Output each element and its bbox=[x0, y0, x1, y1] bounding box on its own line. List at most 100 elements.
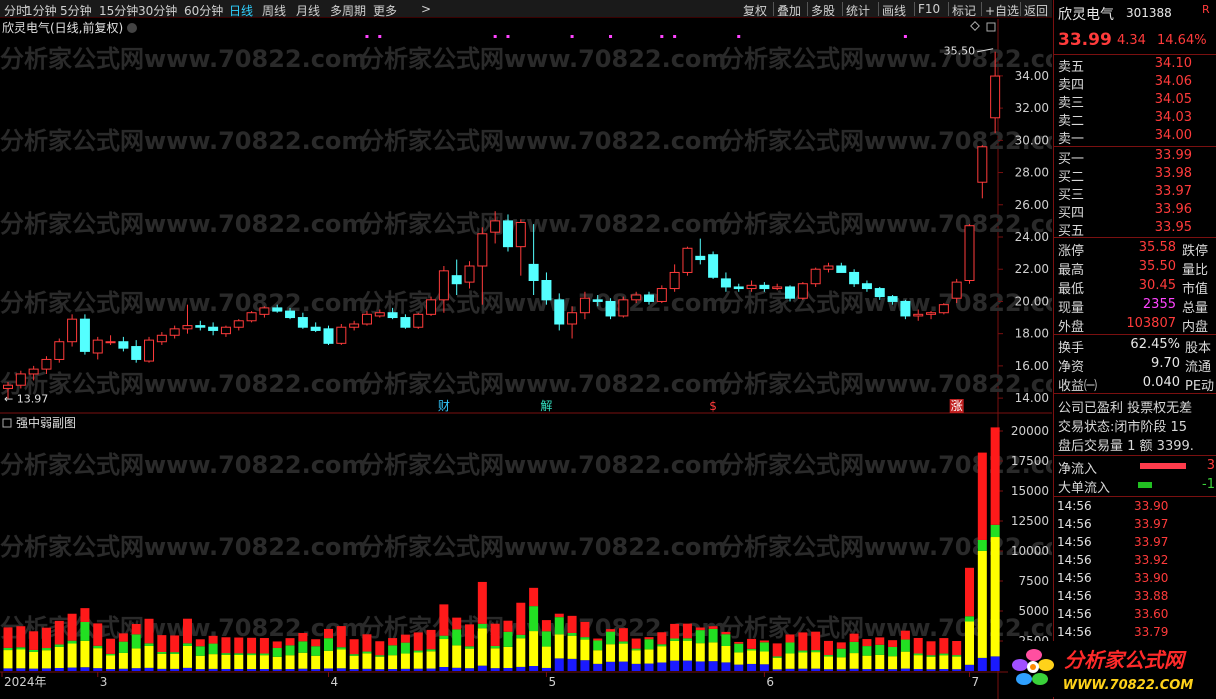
volume-tick-label: 10000 bbox=[1011, 544, 1049, 558]
volume-bar-segment bbox=[516, 638, 526, 667]
watermark-text: 分析家公式网www.70822.com bbox=[720, 533, 1052, 561]
note-text: 公司已盈利 投票权无差 bbox=[1058, 401, 1193, 416]
volume-bar-segment bbox=[657, 646, 667, 663]
watermark-text: 分析家公式网www.70822.com bbox=[0, 370, 366, 398]
volume-bar-segment bbox=[836, 657, 846, 670]
volume-bar-segment bbox=[208, 643, 218, 655]
toolbar-button[interactable]: 多股 bbox=[811, 2, 835, 19]
volume-bar-segment bbox=[618, 643, 628, 662]
toolbar-separator bbox=[981, 2, 982, 16]
volume-bar-segment bbox=[823, 655, 833, 657]
candle-body bbox=[246, 312, 257, 322]
toolbar-button[interactable]: 画线 bbox=[882, 2, 906, 19]
volume-bar-segment bbox=[157, 651, 167, 654]
volume-bar-segment bbox=[336, 647, 346, 650]
timeframe-tab[interactable]: 15分钟 bbox=[99, 2, 138, 19]
timeframe-tab[interactable]: 30分钟 bbox=[138, 2, 177, 19]
volume-bar-segment bbox=[811, 652, 821, 669]
candle-body bbox=[426, 299, 437, 315]
timeframe-tab[interactable]: 更多 bbox=[373, 2, 397, 19]
candle-body bbox=[156, 334, 167, 343]
volume-bar-segment bbox=[41, 627, 51, 649]
volume-bar-segment bbox=[3, 650, 13, 669]
timeframe-tab[interactable]: 周线 bbox=[262, 2, 286, 19]
tick-price: 33.90 bbox=[1134, 571, 1169, 585]
volume-bar-segment bbox=[926, 655, 936, 657]
volume-bar-segment bbox=[772, 656, 782, 658]
volume-bar-segment bbox=[400, 634, 410, 643]
volume-bar-segment bbox=[426, 629, 436, 650]
toolbar-button[interactable]: 统计 bbox=[846, 2, 870, 19]
volume-bar-segment bbox=[785, 668, 795, 671]
toolbar-button[interactable]: 标记 bbox=[952, 2, 976, 19]
volume-bar-segment bbox=[131, 668, 141, 671]
ask-row-value: 34.06 bbox=[1154, 74, 1192, 89]
chevron-right-icon[interactable]: > bbox=[421, 2, 431, 16]
candle-body bbox=[810, 268, 821, 285]
toolbar-button[interactable]: 返回 bbox=[1024, 2, 1048, 19]
stat2-row-label: 换手 bbox=[1058, 341, 1085, 356]
volume-bar-segment bbox=[54, 667, 64, 671]
toolbar-button[interactable]: F10 bbox=[918, 2, 940, 16]
timeframe-tab[interactable]: 1分钟 bbox=[25, 2, 57, 19]
candle-body bbox=[618, 299, 629, 317]
volume-bar-segment bbox=[939, 638, 949, 654]
volume-bar-segment bbox=[131, 634, 141, 649]
price-tick-label: 28.00 bbox=[1015, 166, 1049, 180]
toolbar-button[interactable]: 叠加 bbox=[777, 2, 801, 19]
toolbar-button[interactable]: +自选 bbox=[985, 2, 1019, 19]
note-text: 盘后交易量 1 额 3399. bbox=[1058, 439, 1194, 454]
volume-bar-segment bbox=[349, 655, 359, 670]
candle-body bbox=[913, 313, 924, 317]
bid-row: 买三 33.97 bbox=[1054, 183, 1216, 203]
timeframe-tab[interactable]: 月线 bbox=[296, 2, 320, 19]
ask-row-value: 34.00 bbox=[1154, 128, 1192, 143]
watermark-text: 分析家公式网www.70822.com bbox=[360, 533, 726, 561]
toolbar-button[interactable]: 复权 bbox=[743, 2, 767, 19]
price-tick-label: 26.00 bbox=[1015, 198, 1049, 212]
candle-body bbox=[208, 326, 219, 331]
watermark-text: 分析家公式网www.70822.com bbox=[720, 289, 1052, 317]
volume-bar-segment bbox=[80, 621, 90, 641]
candle-body bbox=[502, 220, 513, 248]
volume-bar-segment bbox=[554, 634, 564, 659]
candle-body bbox=[682, 247, 693, 273]
candle-body bbox=[579, 297, 590, 314]
candle-body bbox=[567, 312, 578, 325]
price-tick-label: 30.00 bbox=[1015, 133, 1049, 147]
flower-icon bbox=[1012, 649, 1054, 685]
toolbar-separator bbox=[842, 2, 843, 16]
volume-bar-segment bbox=[772, 643, 782, 657]
volume-bar-segment bbox=[618, 641, 628, 644]
candle-body bbox=[977, 146, 988, 183]
volume-bar-segment bbox=[913, 653, 923, 656]
volume-bar-segment bbox=[259, 653, 269, 656]
volume-bar-segment bbox=[195, 639, 205, 647]
volume-tick-label: 12500 bbox=[1011, 514, 1049, 528]
volume-bar-segment bbox=[567, 615, 577, 633]
volume-bar-segment bbox=[875, 654, 885, 669]
volume-bar-segment bbox=[939, 655, 949, 670]
volume-bar-segment bbox=[888, 640, 898, 647]
timeframe-tab[interactable]: 60分钟 bbox=[184, 2, 223, 19]
volume-bar-segment bbox=[875, 644, 885, 655]
note-row: 交易状态:闭市阶段 15 bbox=[1054, 415, 1216, 435]
volume-bar-segment bbox=[952, 656, 962, 670]
volume-bar-segment bbox=[541, 631, 551, 647]
ask-row-value: 34.10 bbox=[1154, 56, 1192, 71]
volume-bar-segment bbox=[106, 653, 116, 656]
watermark-text: 分析家公式网www.70822.com bbox=[720, 45, 1052, 73]
candle-body bbox=[823, 265, 834, 270]
flow-bar bbox=[1140, 463, 1186, 469]
ask-row: 卖五 34.10 bbox=[1054, 55, 1216, 75]
volume-bar-segment bbox=[580, 621, 590, 638]
volume-bar-segment bbox=[375, 641, 385, 656]
x-tick-label: 7 bbox=[972, 675, 980, 689]
timeframe-tab[interactable]: 5分钟 bbox=[60, 2, 92, 19]
volume-bar-segment bbox=[67, 667, 77, 671]
volume-bar-segment bbox=[195, 669, 205, 671]
timeframe-tab[interactable]: 日线 bbox=[229, 2, 253, 19]
volume-bar-segment bbox=[682, 623, 692, 639]
candle-body bbox=[374, 312, 385, 317]
timeframe-tab[interactable]: 多周期 bbox=[330, 2, 366, 19]
